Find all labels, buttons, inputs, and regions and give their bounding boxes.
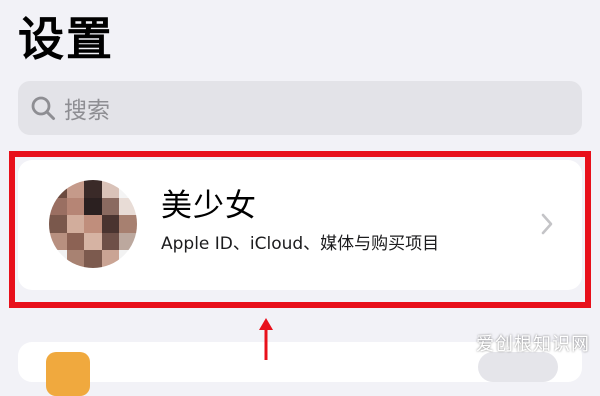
highlight-annotation-box [9, 151, 591, 308]
page-title: 设置 [18, 12, 114, 66]
toggle-switch[interactable] [478, 352, 558, 382]
search-placeholder: 搜索 [64, 98, 110, 124]
watermark: 爱创根知识网 [476, 334, 590, 355]
search-icon [28, 93, 58, 123]
search-bar[interactable]: 搜索 [18, 81, 582, 135]
up-arrow-icon [258, 318, 274, 360]
app-icon [46, 352, 90, 396]
